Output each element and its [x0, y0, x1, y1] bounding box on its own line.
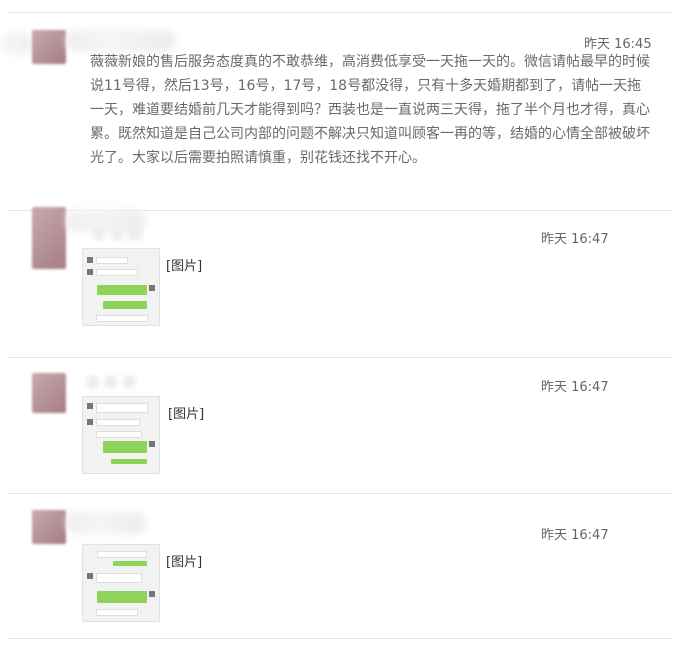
timestamp: 昨天 16:47 [541, 528, 609, 543]
chat-screenshot-thumbnail[interactable] [82, 248, 160, 326]
timestamp: 昨天 16:47 [541, 232, 609, 247]
avatar[interactable] [32, 30, 66, 64]
blurred-dots [86, 375, 136, 389]
chat-screenshot-thumbnail[interactable] [82, 544, 160, 622]
divider [8, 493, 672, 494]
divider [8, 357, 672, 358]
blurred-username [2, 32, 32, 54]
blurred-dots [92, 227, 142, 241]
avatar[interactable] [32, 207, 66, 269]
divider [8, 638, 672, 639]
image-label: [图片] [168, 407, 205, 422]
timestamp: 昨天 16:47 [541, 380, 609, 395]
blurred-username [66, 30, 176, 52]
divider [8, 12, 672, 13]
blurred-username [66, 512, 146, 534]
avatar[interactable] [32, 510, 66, 544]
avatar[interactable] [32, 373, 66, 413]
review-text: 薇薇新娘的售后服务态度真的不敢恭维，高消费低享受一天拖一天的。微信请帖最早的时候… [90, 54, 650, 166]
image-label: [图片] [166, 259, 203, 274]
chat-screenshot-thumbnail[interactable] [82, 396, 160, 474]
image-label: [图片] [166, 555, 203, 570]
